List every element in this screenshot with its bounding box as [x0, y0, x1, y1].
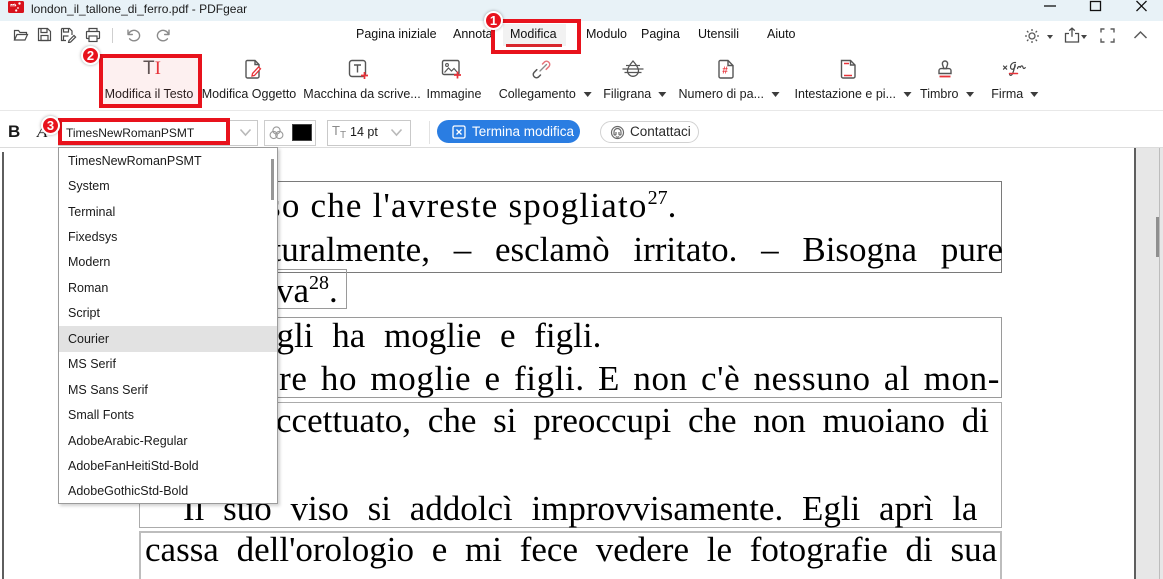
svg-text:#: #	[722, 66, 728, 77]
